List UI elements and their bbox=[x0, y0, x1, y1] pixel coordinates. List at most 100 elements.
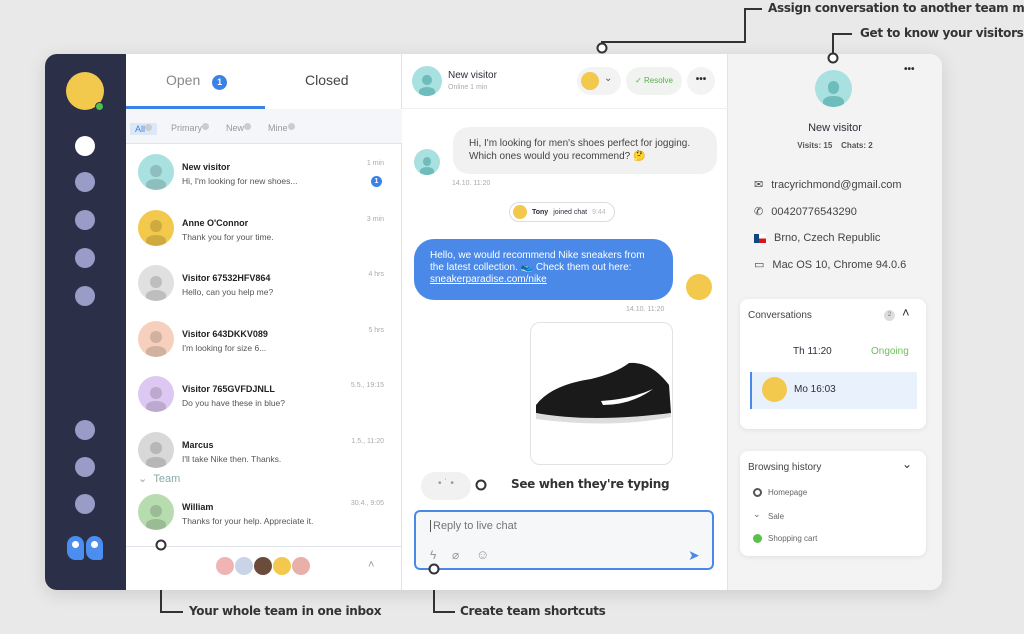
last-message: Thank you for your time. bbox=[182, 231, 274, 242]
message-time: 4 hrs bbox=[368, 271, 384, 278]
filter-all[interactable]: All bbox=[130, 123, 158, 135]
tab-open[interactable]: Open 1 bbox=[166, 72, 228, 90]
visitor-message: Hi, I'm looking for men's shoes perfect … bbox=[453, 127, 717, 174]
history-item: Homepage bbox=[768, 488, 808, 497]
tony-avatar bbox=[513, 205, 527, 219]
contact-name: Visitor 67532HFV864 bbox=[182, 273, 271, 283]
conversation-time[interactable]: Th 11:20 bbox=[793, 346, 832, 357]
sidebar-item-7[interactable] bbox=[75, 457, 95, 477]
contact-avatar bbox=[138, 494, 174, 530]
conversations-count: 2 bbox=[884, 310, 895, 321]
sidebar-item-5[interactable] bbox=[75, 286, 95, 306]
message-time: 5 hrs bbox=[368, 326, 384, 334]
assign-agent-dropdown[interactable]: ⌄ bbox=[577, 67, 621, 95]
laptop-icon: ▭ bbox=[754, 259, 765, 271]
email-row: ✉ tracyrichmond@gmail.com bbox=[754, 178, 902, 192]
visitor-device: Mac OS 10, Chrome 94.0.6 bbox=[772, 258, 907, 271]
conversation-status: Ongoing bbox=[871, 346, 909, 357]
product-image[interactable] bbox=[530, 322, 673, 465]
annotation-know-visitors: Get to know your visitors bbox=[860, 26, 1024, 40]
chevron-down-icon: ⌄ bbox=[604, 73, 613, 84]
shortcuts-lightning-icon[interactable]: ϟ bbox=[430, 548, 436, 562]
pp-logo-icon bbox=[67, 536, 105, 562]
visitor-phone[interactable]: 00420776543290 bbox=[771, 206, 857, 218]
chat-visitor-status: Online 1 min bbox=[448, 84, 488, 91]
more-options-icon[interactable]: ••• bbox=[904, 64, 915, 75]
last-message: I'll take Nike then. Thanks. bbox=[182, 453, 282, 464]
chevron-up-icon[interactable]: ˄ bbox=[368, 559, 374, 571]
annotation-typing: See when they're typing bbox=[511, 477, 670, 491]
contact-avatar bbox=[138, 376, 174, 412]
browsing-history-title: Browsing history bbox=[748, 462, 822, 473]
chevron-up-icon[interactable]: ˄ bbox=[902, 305, 910, 320]
contact-name: New visitor bbox=[182, 162, 231, 172]
filter-all-label: All bbox=[135, 124, 146, 134]
contact-name: Visitor 643DKKV089 bbox=[182, 328, 268, 339]
attachment-icon[interactable]: ⌀ bbox=[452, 548, 459, 562]
device-row: ▭ Mac OS 10, Chrome 94.0.6 bbox=[754, 258, 907, 272]
annotation-team-inbox: Your whole team in one inbox bbox=[189, 604, 382, 618]
agent-message-avatar bbox=[686, 274, 712, 300]
filter-bar: All Primary New Mine bbox=[126, 109, 402, 144]
message-time: 1.5., 11:20 bbox=[351, 437, 384, 445]
agent-message: Hello, we would recommend Nike sneakers … bbox=[414, 239, 673, 300]
history-item: Shopping cart bbox=[768, 534, 818, 543]
conversation-item[interactable]: Anne O'Connor Thank you for your time. 3… bbox=[126, 209, 402, 266]
sidebar-item-3[interactable] bbox=[75, 210, 95, 230]
phone-row: ✆ 00420776543290 bbox=[754, 205, 857, 219]
sidebar-item-2[interactable] bbox=[75, 172, 95, 192]
app-window: Open 1 Closed All Primary New Mine New v… bbox=[45, 54, 942, 590]
phone-icon: ✆ bbox=[754, 206, 764, 218]
sidebar-item-chats[interactable] bbox=[75, 136, 95, 156]
send-icon[interactable]: ➤ bbox=[688, 547, 700, 564]
conversation-item[interactable]: Visitor 67532HFV864 Hello, can you help … bbox=[126, 265, 402, 321]
conversation-list-panel: Open 1 Closed All Primary New Mine New v… bbox=[126, 54, 402, 590]
contact-avatar bbox=[138, 431, 174, 468]
team-label: Team bbox=[153, 473, 181, 485]
last-message: I'm looking for size 6... bbox=[182, 342, 267, 353]
team-avatars[interactable] bbox=[216, 557, 310, 575]
filter-mine[interactable]: Mine bbox=[268, 123, 295, 133]
typing-indicator: • ˙ • bbox=[421, 472, 471, 500]
visitor-details-panel: ••• New visitor Visits: 15 Chats: 2 ✉ tra… bbox=[728, 54, 942, 590]
visits-count: Visits: 15 bbox=[797, 141, 833, 150]
conversations-card: Conversations 2 ˄ Th 11:20 Ongoing Mo 16… bbox=[740, 299, 926, 429]
agent-message-text: Hello, we would recommend Nike sneakers … bbox=[430, 250, 645, 273]
join-name: Tony bbox=[532, 208, 549, 216]
visitor-email[interactable]: tracyrichmond@gmail.com bbox=[771, 179, 901, 191]
sneaker-icon bbox=[536, 362, 671, 424]
tab-closed[interactable]: Closed bbox=[305, 72, 349, 88]
resolve-button[interactable]: ✓ Resolve bbox=[626, 67, 682, 95]
reply-input[interactable] bbox=[430, 520, 690, 532]
team-avatar bbox=[292, 557, 310, 575]
emoji-icon[interactable]: ☺ bbox=[476, 547, 489, 562]
team-section-header[interactable]: ⌄ Team bbox=[138, 472, 180, 485]
filter-new[interactable]: New bbox=[226, 123, 252, 133]
agent-message-time: 14.10. 11:20 bbox=[626, 306, 665, 313]
contact-name: Visitor 765GVFDJNLL bbox=[182, 384, 275, 394]
more-options-icon[interactable]: ••• bbox=[687, 67, 715, 95]
conversation-item[interactable]: Visitor 765GVFDJNLL Do you have these in… bbox=[126, 376, 402, 432]
chevron-down-icon[interactable]: ⌄ bbox=[902, 457, 912, 471]
sidebar-item-8[interactable] bbox=[75, 494, 95, 514]
conversation-item-selected[interactable]: Mo 16:03 bbox=[750, 372, 917, 409]
reply-box[interactable]: ϟ ⌀ ☺ ➤ bbox=[414, 510, 714, 570]
contact-name: Marcus bbox=[182, 439, 214, 450]
conversation-item[interactable]: New visitor Hi, I'm looking for new shoe… bbox=[126, 154, 402, 210]
sidebar-item-4[interactable] bbox=[75, 248, 95, 268]
sidebar bbox=[45, 54, 126, 590]
contact-avatar bbox=[138, 209, 174, 246]
chevron-down-icon: ⌄ bbox=[138, 473, 148, 485]
conversation-item[interactable]: Visitor 643DKKV089 I'm looking for size … bbox=[126, 320, 402, 377]
filter-mine-label: Mine bbox=[268, 123, 288, 133]
last-message: Hello, can you help me? bbox=[182, 287, 274, 297]
history-item: Sale bbox=[768, 512, 785, 521]
contact-avatar bbox=[138, 320, 174, 357]
filter-primary[interactable]: Primary bbox=[171, 123, 209, 133]
conversation-item[interactable]: William Thanks for your help. Appreciate… bbox=[126, 494, 402, 550]
chat-panel: New visitor Online 1 min ⌄ ✓ Resolve •••… bbox=[402, 54, 728, 590]
sidebar-item-6[interactable] bbox=[75, 420, 95, 440]
page-visited-icon bbox=[753, 488, 762, 497]
product-link[interactable]: sneakerparadise.com/nike bbox=[430, 274, 547, 285]
visitor-avatar bbox=[412, 66, 442, 96]
